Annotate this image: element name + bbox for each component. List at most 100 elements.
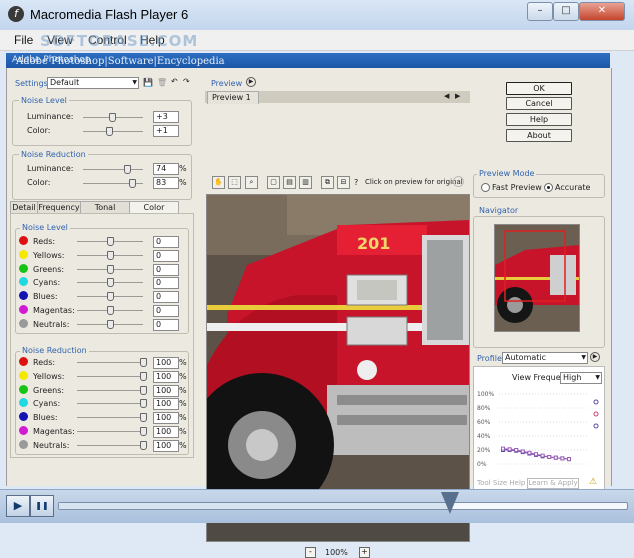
color-level-field[interactable]: 0 <box>153 305 179 317</box>
color-level-swatch-icon <box>19 249 28 259</box>
reduction-luminance-track[interactable] <box>83 169 143 170</box>
color-level-slider-knob[interactable] <box>107 306 114 315</box>
data-point <box>527 450 532 455</box>
preview-menu-icon[interactable]: ▶ <box>246 77 256 87</box>
navigator-thumbnail[interactable] <box>494 224 580 332</box>
fast-preview-radio[interactable] <box>481 183 490 192</box>
reduction-color-field[interactable]: 83 <box>153 177 179 189</box>
curve-handle[interactable] <box>593 423 599 429</box>
color-reduction-field[interactable]: 100 <box>153 370 179 383</box>
prev-tab-icon[interactable]: ◀ <box>444 92 449 100</box>
color-reduction-field[interactable]: 100 <box>153 412 179 425</box>
tab-detail[interactable]: Detail <box>10 201 38 213</box>
color-reduction-slider-knob[interactable] <box>140 413 147 423</box>
frequency-chart[interactable]: 100% 80% 60% 40% 20% 0% <box>477 386 601 472</box>
new-preview-icon[interactable]: ⧉ <box>321 176 334 189</box>
color-slider-track[interactable] <box>83 131 143 132</box>
color-slider-knob[interactable] <box>106 127 113 136</box>
delete-icon[interactable]: 🗑 <box>157 78 167 87</box>
color-label: Color: <box>27 126 51 135</box>
single-view-icon[interactable]: ▢ <box>267 176 280 189</box>
color-reduction-slider-track[interactable] <box>77 403 143 405</box>
color-reduction-slider-track[interactable] <box>77 444 143 446</box>
data-point <box>540 453 545 458</box>
color-level-field[interactable]: 0 <box>153 236 179 248</box>
color-level-field[interactable]: 0 <box>153 318 179 331</box>
about-button[interactable]: About <box>506 129 572 142</box>
color-level-slider-knob[interactable] <box>107 292 114 302</box>
menu-file[interactable]: File <box>14 33 33 47</box>
undo-icon[interactable]: ↶ <box>171 77 178 86</box>
color-field[interactable]: +1 <box>153 125 179 137</box>
color-reduction-slider-track[interactable] <box>77 389 143 391</box>
color-reduction-slider-track[interactable] <box>77 417 143 419</box>
split-vertical-icon[interactable]: ▥ <box>299 176 312 189</box>
plugin-panel: Settings: Default ▼ 💾 🗑 ↶ ↷ Noise Level … <box>6 68 612 558</box>
tab-tonal-range[interactable]: Tonal Range <box>80 201 130 223</box>
split-horizontal-icon[interactable]: ▤ <box>283 176 296 189</box>
color-level-slider-knob[interactable] <box>107 237 114 246</box>
settings-select[interactable]: Default ▼ <box>47 77 139 89</box>
redo-icon[interactable]: ↷ <box>183 77 190 86</box>
marquee-tool-icon[interactable]: ⬚ <box>228 176 241 189</box>
color-reduction-slider-knob[interactable] <box>140 440 147 450</box>
learn-apply-button[interactable]: Learn & Apply <box>527 478 579 489</box>
zoom-out-button[interactable]: - <box>305 547 316 558</box>
color-level-slider-knob[interactable] <box>107 250 114 260</box>
minimize-button[interactable]: – <box>527 2 553 21</box>
tab-preview-1[interactable]: Preview 1 <box>207 91 259 104</box>
curve-handle[interactable] <box>593 399 599 405</box>
percent-unit: % <box>179 440 187 450</box>
color-reduction-slider-track[interactable] <box>77 362 143 363</box>
zoom-in-button[interactable]: + <box>359 547 370 558</box>
data-point <box>501 446 505 451</box>
luminance-field[interactable]: +3 <box>153 111 179 123</box>
close-button[interactable]: ✕ <box>579 2 625 21</box>
color-reduction-field[interactable]: 100 <box>153 439 179 452</box>
profile-menu-icon[interactable]: ▶ <box>590 352 600 362</box>
seek-thumb[interactable] <box>440 492 459 514</box>
curve-handle[interactable] <box>593 411 599 417</box>
ok-button[interactable]: OK <box>506 82 572 95</box>
seek-track[interactable] <box>58 502 628 510</box>
zoom-tool-icon[interactable]: ⌕ <box>245 176 258 189</box>
color-reduction-slider-knob[interactable] <box>140 427 147 436</box>
next-tab-icon[interactable]: ▶ <box>455 92 460 100</box>
accurate-radio[interactable] <box>544 183 553 192</box>
reduction-luminance-field[interactable]: 74 <box>153 163 179 175</box>
tab-color-range[interactable]: Color Range <box>129 201 179 223</box>
pause-button[interactable]: ❚❚ <box>30 495 54 517</box>
color-reduction-slider-knob[interactable] <box>140 358 147 367</box>
luminance-slider-knob[interactable] <box>109 113 116 122</box>
profile-select[interactable]: Automatic ▼ <box>502 352 588 364</box>
color-reduction-field[interactable]: 100 <box>153 426 179 438</box>
navigator-image <box>495 225 579 331</box>
color-reduction-slider-track[interactable] <box>77 431 143 432</box>
color-reduction-label: Blues: <box>33 413 58 423</box>
save-icon[interactable]: 💾 <box>143 78 153 87</box>
play-button[interactable]: ▶ <box>6 495 30 517</box>
cancel-button[interactable]: Cancel <box>506 97 572 110</box>
color-level-slider-knob[interactable] <box>107 264 114 274</box>
view-frequency-select[interactable]: High ▼ <box>560 372 602 384</box>
compare-icon[interactable]: ⊟ <box>337 176 350 189</box>
color-level-field[interactable]: 0 <box>153 249 179 262</box>
reduction-luminance-knob[interactable] <box>124 165 131 174</box>
maximize-button[interactable]: □ <box>553 2 579 21</box>
color-level-slider-knob[interactable] <box>107 319 114 329</box>
reduction-color-knob[interactable] <box>129 179 136 188</box>
hand-tool-icon[interactable]: ✋ <box>212 176 225 189</box>
color-reduction-field[interactable]: 100 <box>153 357 179 369</box>
color-reduction-field[interactable]: 100 <box>153 398 179 411</box>
color-reduction-field[interactable]: 100 <box>153 384 179 397</box>
color-reduction-slider-knob[interactable] <box>140 399 147 409</box>
color-reduction-slider-track[interactable] <box>77 375 143 377</box>
color-level-field[interactable]: 0 <box>153 263 179 276</box>
color-level-field[interactable]: 0 <box>153 291 179 304</box>
color-level-slider-knob[interactable] <box>107 278 114 288</box>
color-level-field[interactable]: 0 <box>153 277 179 290</box>
color-reduction-slider-knob[interactable] <box>140 385 147 395</box>
help-button[interactable]: Help <box>506 113 572 126</box>
tab-frequency[interactable]: Frequency <box>37 201 81 213</box>
color-reduction-slider-knob[interactable] <box>140 371 147 381</box>
